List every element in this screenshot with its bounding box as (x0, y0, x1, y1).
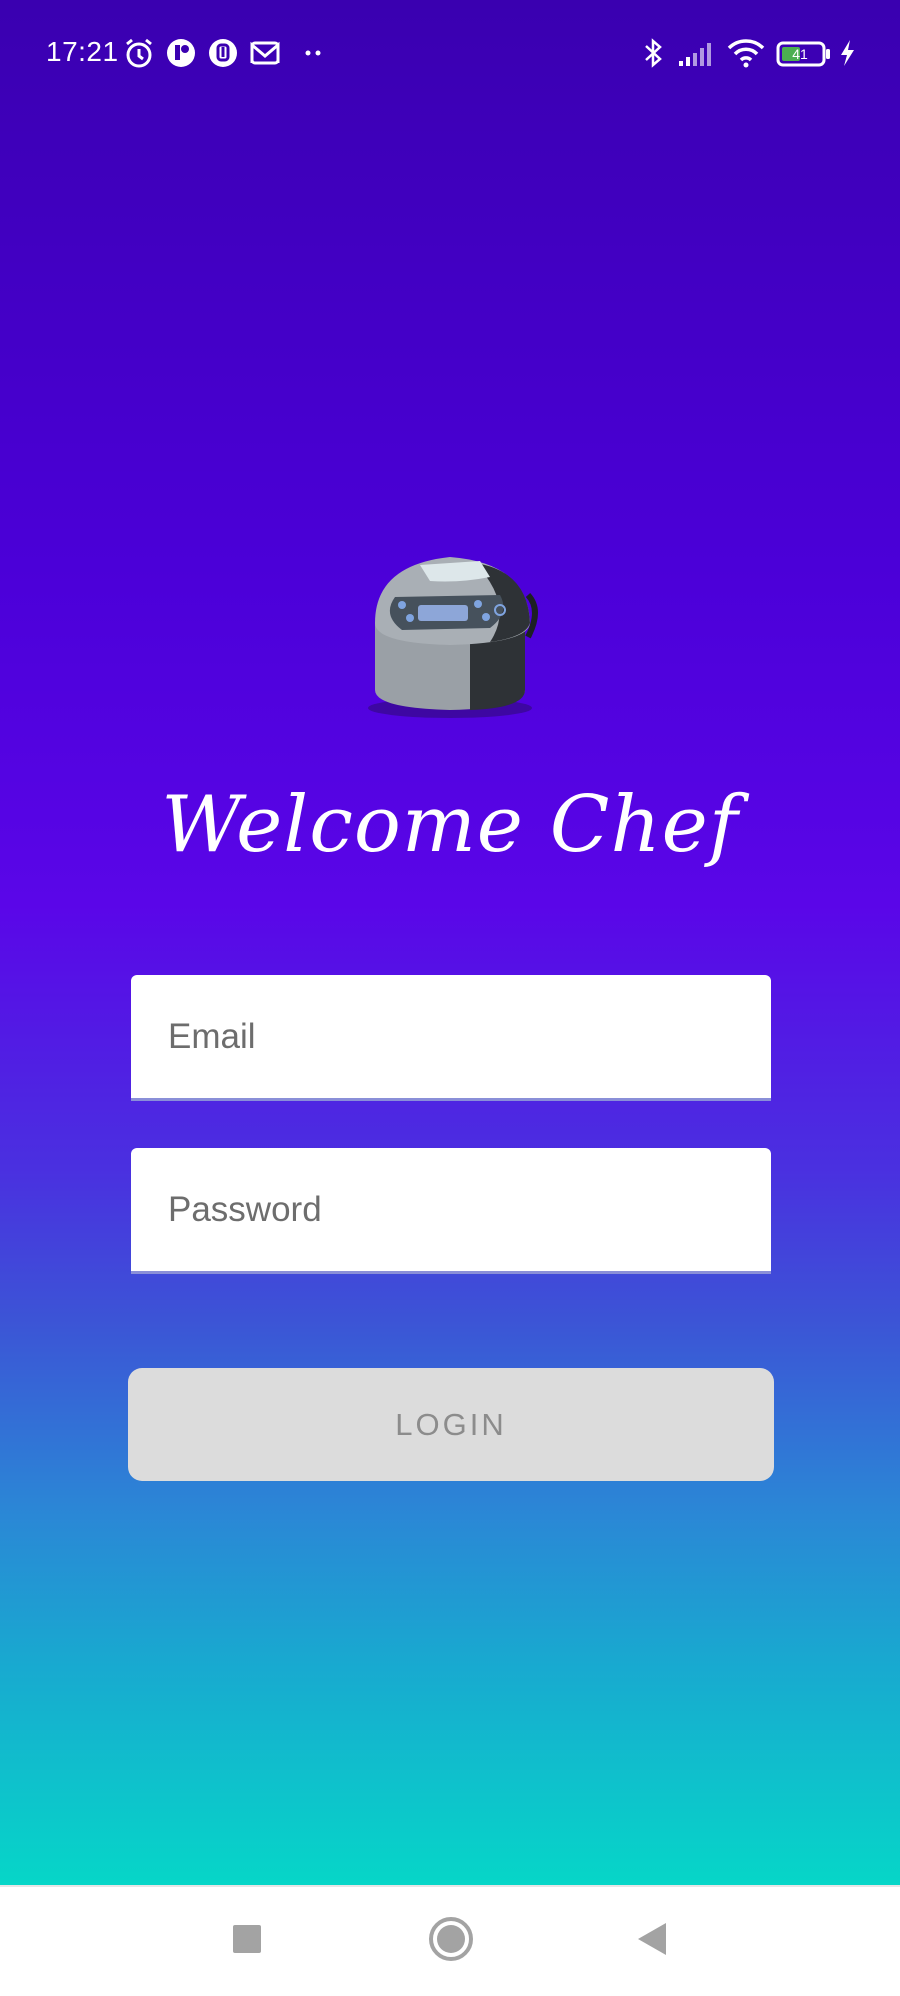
more-dots-icon (298, 36, 332, 70)
app-notification-icon (206, 36, 240, 70)
password-field[interactable] (131, 1148, 771, 1274)
welcome-title: Welcome Chef (161, 780, 739, 870)
battery-icon: 41 (776, 36, 832, 70)
signal-icon (676, 36, 716, 70)
back-triangle-icon[interactable] (622, 1909, 682, 1969)
login-button[interactable]: LOGIN (128, 1368, 774, 1481)
email-input[interactable] (131, 975, 771, 1098)
rice-cooker-icon (350, 525, 550, 725)
recents-square-icon[interactable] (217, 1909, 277, 1969)
wifi-icon (726, 36, 766, 70)
charging-icon (836, 36, 858, 70)
alarm-icon (122, 36, 156, 70)
password-input[interactable] (131, 1148, 771, 1271)
bluetooth-icon (636, 36, 670, 70)
gmail-icon (248, 36, 282, 70)
home-circle-icon[interactable] (421, 1909, 481, 1969)
status-time: 17:21 (46, 36, 119, 67)
navigation-bar (0, 1885, 900, 1996)
battery-level-text: 41 (792, 46, 808, 62)
app-notification-icon (164, 36, 198, 70)
email-field[interactable] (131, 975, 771, 1101)
status-bar: 17:21 41 (0, 0, 900, 108)
login-screen: 17:21 41 Welcome Chef Email LOGIN (0, 0, 900, 1885)
